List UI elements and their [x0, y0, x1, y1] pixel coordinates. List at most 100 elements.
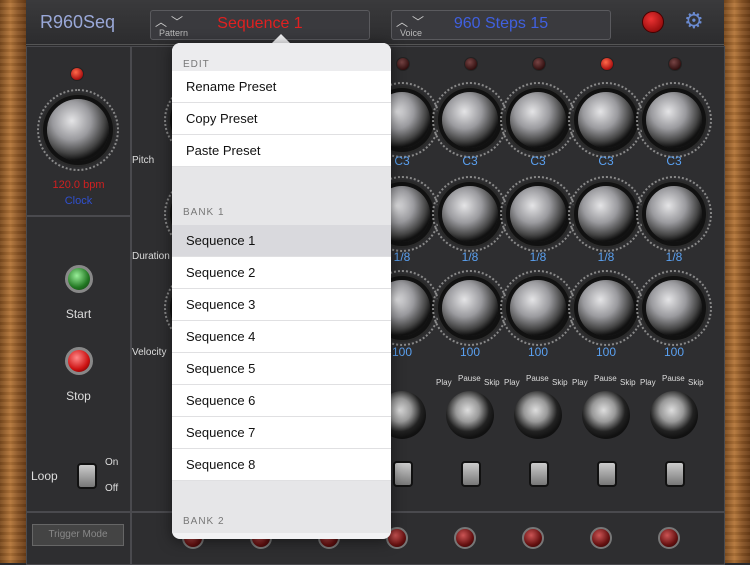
- mode-switch[interactable]: [514, 391, 562, 439]
- pitch-value: C3: [666, 154, 682, 168]
- stop-button[interactable]: [65, 347, 93, 375]
- step-toggle[interactable]: [393, 461, 413, 487]
- start-button[interactable]: [65, 265, 93, 293]
- skip-label: Skip: [484, 378, 500, 387]
- duration-knob[interactable]: [636, 176, 712, 252]
- mode-switch[interactable]: [582, 391, 630, 439]
- trigger-led[interactable]: [658, 527, 680, 549]
- duration-knob[interactable]: [500, 176, 576, 252]
- step-toggle[interactable]: [461, 461, 481, 487]
- duration-knob[interactable]: [432, 176, 508, 252]
- menu-item-sequence-7[interactable]: Sequence 7: [172, 417, 391, 449]
- velocity-row-label: Velocity: [132, 347, 167, 358]
- menu-item-sequence-1[interactable]: Sequence 1: [172, 225, 391, 257]
- step-led: [464, 57, 478, 71]
- tempo-knob[interactable]: [37, 89, 119, 171]
- record-icon[interactable]: [642, 11, 664, 33]
- app-title: R960Seq: [40, 12, 116, 32]
- velocity-knob[interactable]: [432, 270, 508, 346]
- skip-label: Skip: [620, 378, 636, 387]
- pause-label: Pause: [662, 374, 685, 383]
- mode-switch[interactable]: [650, 391, 698, 439]
- step-toggle[interactable]: [529, 461, 549, 487]
- step-toggle[interactable]: [597, 461, 617, 487]
- duration-value: 1/8: [597, 250, 615, 264]
- menu-item-copy-preset[interactable]: Copy Preset: [172, 103, 391, 135]
- play-label: Play: [572, 378, 588, 387]
- pitch-knob[interactable]: [432, 82, 508, 158]
- step-toggle[interactable]: [665, 461, 685, 487]
- start-label: Start: [65, 307, 92, 321]
- menu-item-sequence-6[interactable]: Sequence 6: [172, 385, 391, 417]
- play-label: Play: [640, 378, 656, 387]
- pitch-row-label: Pitch: [132, 155, 155, 166]
- transport-panel: Start Stop Loop On Off: [26, 216, 131, 512]
- loop-on-label: On: [105, 457, 119, 468]
- step-column: C3 1/8 100 Play Pause Skip: [500, 47, 576, 511]
- velocity-knob[interactable]: [636, 270, 712, 346]
- pattern-value: Sequence 1: [217, 15, 303, 32]
- stop-label: Stop: [66, 389, 91, 403]
- wood-side-right: [724, 0, 750, 563]
- skip-label: Skip: [688, 378, 704, 387]
- velocity-knob[interactable]: [568, 270, 644, 346]
- menu-item-paste-preset[interactable]: Paste Preset: [172, 135, 391, 167]
- pause-label: Pause: [526, 374, 549, 383]
- clock-label[interactable]: Clock: [27, 195, 130, 207]
- play-label: Play: [436, 378, 452, 387]
- edit-section-header: EDIT: [172, 43, 391, 71]
- velocity-value: 100: [527, 345, 549, 359]
- section-gap: [172, 167, 391, 201]
- pause-label: Pause: [458, 374, 481, 383]
- voice-selector[interactable]: ︿﹀ Voice 960 Steps 15: [391, 10, 611, 40]
- menu-item-sequence-2[interactable]: Sequence 2: [172, 257, 391, 289]
- menu-item-sequence-3[interactable]: Sequence 3: [172, 289, 391, 321]
- bank-1-section-header: BANK 1: [172, 201, 391, 225]
- menu-item-sequence-4[interactable]: Sequence 4: [172, 321, 391, 353]
- step-column: C3 1/8 100 Play Pause Skip: [432, 47, 508, 511]
- trigger-led[interactable]: [590, 527, 612, 549]
- pattern-popover-menu: EDIT Rename Preset Copy Preset Paste Pre…: [172, 43, 391, 539]
- loop-label: Loop: [31, 469, 58, 483]
- clock-panel: 120.0 bpm Clock: [26, 46, 131, 216]
- pitch-knob[interactable]: [500, 82, 576, 158]
- step-led: [668, 57, 682, 71]
- step-led: [396, 57, 410, 71]
- pitch-knob[interactable]: [568, 82, 644, 158]
- pattern-selector[interactable]: ︿﹀ Pattern Sequence 1: [150, 10, 370, 40]
- gear-icon[interactable]: ⚙: [684, 8, 704, 34]
- menu-item-sequence-5[interactable]: Sequence 5: [172, 353, 391, 385]
- velocity-knob[interactable]: [500, 270, 576, 346]
- section-gap: [172, 481, 391, 511]
- pitch-knob[interactable]: [636, 82, 712, 158]
- duration-value: 1/8: [665, 250, 683, 264]
- trigger-led[interactable]: [522, 527, 544, 549]
- clock-led: [70, 67, 84, 81]
- step-led: [532, 57, 546, 71]
- bpm-readout: 120.0 bpm: [52, 179, 105, 191]
- velocity-value: 100: [663, 345, 685, 359]
- velocity-value: 100: [595, 345, 617, 359]
- menu-item-rename-preset[interactable]: Rename Preset: [172, 71, 391, 103]
- loop-toggle[interactable]: [77, 463, 97, 489]
- top-bar: R960Seq ︿﹀ Pattern Sequence 1 ︿﹀ Voice 9…: [26, 0, 724, 45]
- step-column: C3 1/8 100 Play Pause Skip: [568, 47, 644, 511]
- mode-switch[interactable]: [446, 391, 494, 439]
- trigger-mode-button[interactable]: Trigger Mode: [32, 524, 124, 546]
- pitch-value: C3: [530, 154, 546, 168]
- duration-value: 1/8: [461, 250, 479, 264]
- trigger-led[interactable]: [454, 527, 476, 549]
- duration-knob[interactable]: [568, 176, 644, 252]
- pitch-value: C3: [598, 154, 614, 168]
- step-led-active: [600, 57, 614, 71]
- voice-value: 960 Steps 15: [453, 15, 549, 32]
- play-label: Play: [504, 378, 520, 387]
- loop-off-label: Off: [105, 483, 119, 494]
- menu-item-sequence-8[interactable]: Sequence 8: [172, 449, 391, 481]
- bank-2-section-header: BANK 2: [172, 511, 391, 533]
- duration-row-label: Duration: [132, 251, 170, 262]
- velocity-value: 100: [459, 345, 481, 359]
- trigger-panel: Trigger Mode: [26, 512, 131, 565]
- step-column: C3 1/8 100 Play Pause Skip: [636, 47, 712, 511]
- pause-label: Pause: [594, 374, 617, 383]
